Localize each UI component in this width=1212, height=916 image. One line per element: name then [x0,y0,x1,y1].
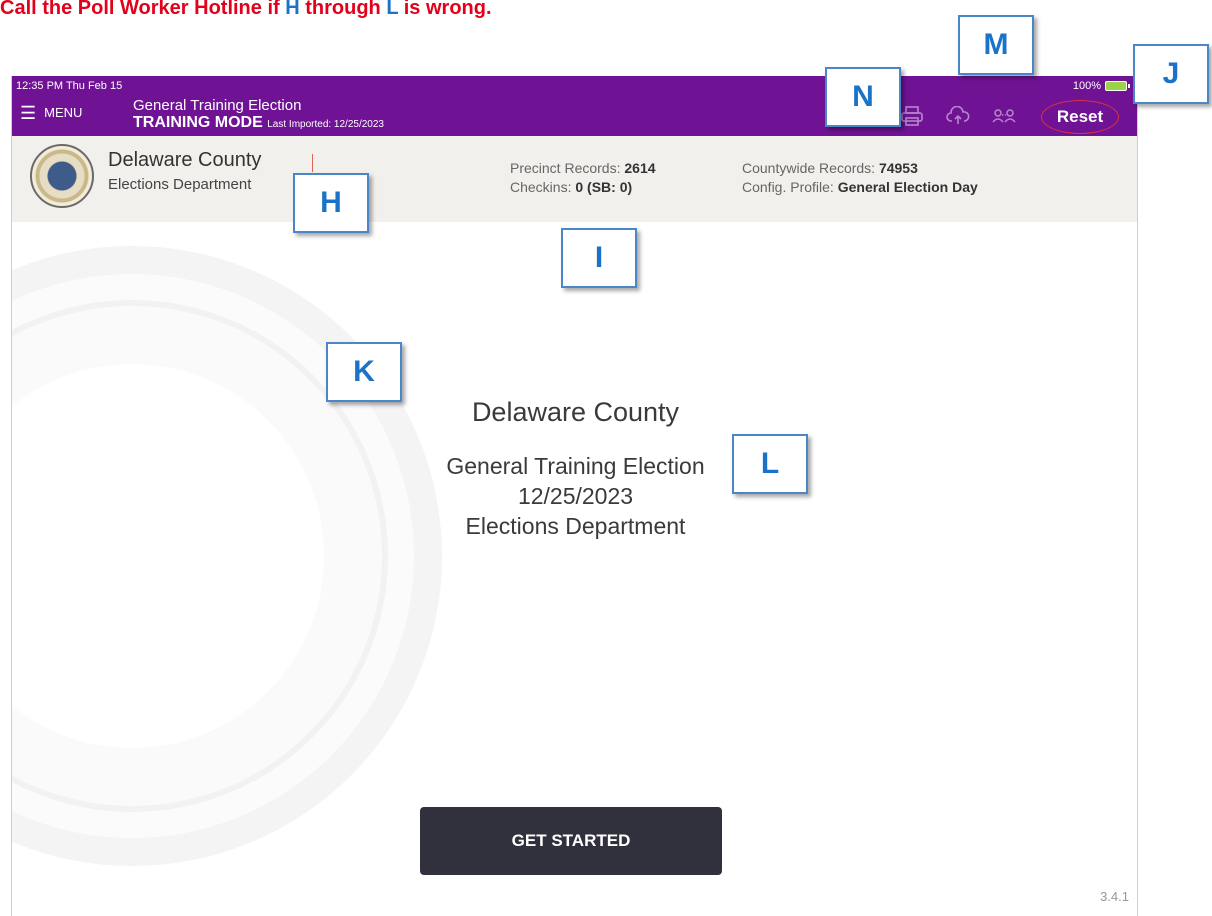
callout-i: I [561,228,637,288]
instruction-suffix: is wrong. [398,0,492,19]
countywide-records: Countywide Records: 74953 [742,159,978,178]
battery-icon [1105,81,1130,91]
sb-value: (SB: 0) [587,179,633,195]
callout-m: M [958,15,1034,75]
callout-h: H [293,173,369,233]
county-stats: Countywide Records: 74953 Config. Profil… [742,159,978,197]
config-value: General Election Day [837,179,978,195]
mode-line: TRAINING MODE Last Imported: 12/25/2023 [133,114,384,134]
checkins: Checkins: 0 (SB: 0) [510,178,656,197]
battery-status: 100% [1072,80,1130,92]
seal-watermark [12,246,442,866]
checkins-value: 0 [575,179,584,195]
last-imported: Last Imported: 12/25/2023 [267,119,384,130]
menu-label: MENU [44,105,83,120]
print-icon[interactable] [899,104,925,128]
menu-button[interactable]: ☰ MENU [20,102,83,123]
callout-k: K [326,342,402,402]
main-election-info: General Training Election 12/25/2023 Ele… [12,451,1137,541]
countywide-value: 74953 [878,160,918,176]
precinct-records: Precinct Records: 2614 [510,159,656,178]
instruction-letter-from: H [285,0,300,19]
cloud-upload-icon[interactable] [945,104,971,128]
main-department: Elections Department [465,513,686,539]
info-header: Delaware County Elections Department Pre… [12,136,1137,222]
toolbar-icons [899,104,1017,128]
callout-j: J [1133,44,1209,104]
menu-icon: ☰ [20,102,37,123]
precinct-label: Precinct Records: [510,160,621,176]
instruction-banner: Call the Poll Worker Hotline if H throug… [0,0,492,20]
instruction-prefix: Call the Poll Worker Hotline if [0,0,286,19]
election-title-block: General Training Election TRAINING MODE … [133,97,384,134]
get-started-button[interactable]: GET STARTED [420,807,722,875]
main-election-date: 12/25/2023 [517,483,634,509]
training-mode-label: TRAINING MODE [133,114,263,131]
checkins-label: Checkins: [510,179,572,195]
main-county-title: Delaware County [471,397,680,427]
main-election-name: General Training Election [446,453,705,479]
battery-percent: 100% [1072,80,1101,92]
status-time: 12:35 PM Thu Feb 15 [16,80,123,92]
instruction-letter-to: L [386,0,399,19]
reset-button[interactable]: Reset [1041,100,1119,134]
callout-n: N [825,67,901,127]
users-icon[interactable] [991,104,1017,128]
tablet-screen: 12:35 PM Thu Feb 15 100% ☰ MENU General … [11,76,1138,916]
header-department: Elections Department [108,176,252,193]
callout-l: L [732,434,808,494]
countywide-label: Countywide Records: [742,160,876,176]
app-version: 3.4.1 [1100,889,1129,904]
config-label: Config. Profile: [742,179,834,195]
top-nav-bar: 12:35 PM Thu Feb 15 100% ☰ MENU General … [12,76,1137,136]
county-seal-logo [30,144,94,208]
header-county-name: Delaware County [108,149,262,171]
config-profile: Config. Profile: General Election Day [742,178,978,197]
red-marker [312,154,313,172]
instruction-middle: through [299,0,387,19]
precinct-stats: Precinct Records: 2614 Checkins: 0 (SB: … [510,159,656,197]
precinct-value: 2614 [624,160,656,176]
election-name: General Training Election [133,97,302,114]
